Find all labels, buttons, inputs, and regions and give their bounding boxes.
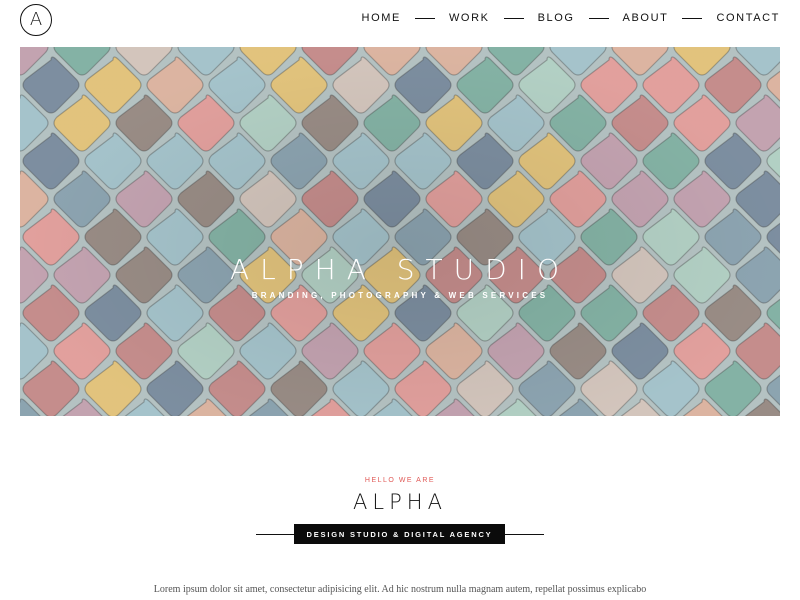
logo-icon[interactable]: A xyxy=(20,4,52,36)
intro-body-text: Lorem ipsum dolor sit amet, consectetur … xyxy=(153,584,647,595)
nav-work-link[interactable]: WORK xyxy=(449,12,490,24)
hero-subtitle: BRANDING, PHOTOGRAPHY & WEB SERVICES xyxy=(251,291,549,300)
tagline-badge: DESIGN STUDIO & DIGITAL AGENCY xyxy=(294,524,505,544)
nav-about-link[interactable]: ABOUT xyxy=(623,12,669,24)
tagline-rule-left xyxy=(256,534,296,535)
intro-eyebrow: HELLO WE ARE xyxy=(364,477,436,484)
nav-divider xyxy=(682,17,703,19)
nav-blog-link[interactable]: BLOG xyxy=(538,12,575,24)
hero-banner: ALPHA STUDIO BRANDING, PHOTOGRAPHY & WEB… xyxy=(20,47,780,416)
nav-divider xyxy=(588,17,609,19)
hero-overlay xyxy=(20,47,780,416)
nav-divider xyxy=(414,17,435,19)
tagline-rule-right xyxy=(504,534,544,535)
hero-title: ALPHA STUDIO xyxy=(230,253,570,286)
main-nav: HOME WORK BLOG ABOUT CONTACT xyxy=(362,12,780,24)
nav-divider xyxy=(503,17,524,19)
intro-title: ALPHA xyxy=(353,490,447,514)
nav-contact-link[interactable]: CONTACT xyxy=(716,12,780,24)
site-header: A HOME WORK BLOG ABOUT CONTACT xyxy=(0,0,800,40)
nav-home-link[interactable]: HOME xyxy=(362,12,401,24)
